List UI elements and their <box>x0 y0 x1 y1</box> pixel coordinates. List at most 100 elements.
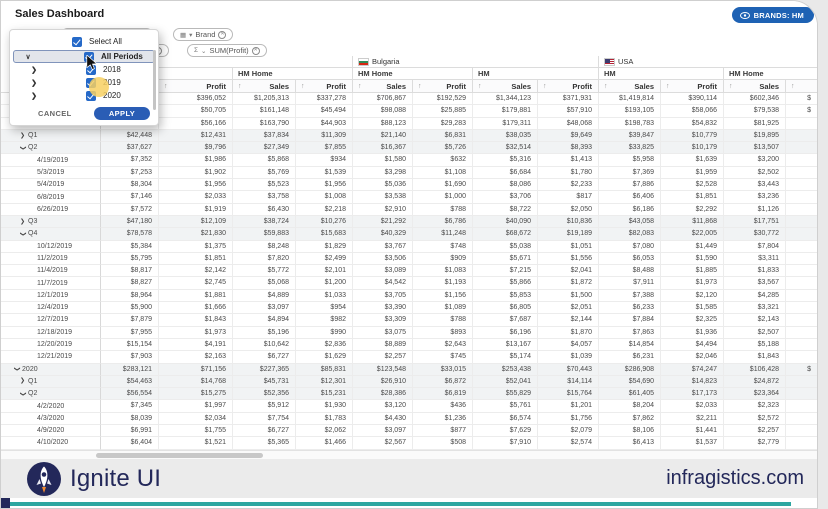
horizontal-scrollbar[interactable] <box>1 450 818 459</box>
row-header-5/4/2019[interactable]: 5/4/2019 <box>1 179 101 191</box>
remove-chip-icon[interactable]: ✕ <box>218 31 226 39</box>
chevron-right-icon[interactable]: ❯ <box>30 92 38 100</box>
row-header-5/3/2019[interactable]: 5/3/2019 <box>1 167 101 179</box>
row-header-4/2/2020[interactable]: 4/2/2020 <box>1 400 101 412</box>
row-header-12/7/2019[interactable]: 12/7/2019 <box>1 314 101 326</box>
value-cell: $8,086 <box>473 179 538 191</box>
row-header-12/20/2019[interactable]: 12/20/2019 <box>1 339 101 351</box>
row-header-Q2[interactable]: ❯Q2 <box>1 388 101 400</box>
value-cell: $4,542 <box>353 277 413 289</box>
value-cell: $5,868 <box>233 154 296 166</box>
row-header-Q2[interactable]: ❯Q2 <box>1 142 101 154</box>
caret-down-icon: ⌄ <box>201 47 206 55</box>
row-header-Q3[interactable]: ❯Q3 <box>1 216 101 228</box>
brand-header-hm[interactable]: HM <box>473 68 599 80</box>
value-cell: $1,885 <box>661 265 724 277</box>
row-header-11/4/2019[interactable]: 11/4/2019 <box>1 265 101 277</box>
row-label: 5/3/2019 <box>37 169 64 176</box>
measure-header-col11[interactable]: ↑ <box>786 80 818 93</box>
value-cell: $16,367 <box>353 142 413 154</box>
measure-header-sales[interactable]: ↑Sales <box>353 80 413 93</box>
dropdown-item-2018[interactable]: ❯2018 <box>10 63 158 76</box>
table-row: 12/4/2019$5,900$1,666$3,097$954$3,390$1,… <box>1 302 818 314</box>
select-all-row[interactable]: Select All <box>10 35 158 48</box>
brand-header-hm-home[interactable]: HM Home <box>233 68 353 80</box>
row-header-4/10/2020[interactable]: 4/10/2020 <box>1 437 101 449</box>
value-cell: $6,786 <box>413 216 473 228</box>
sort-ascending-icon[interactable]: ↑ <box>358 83 362 90</box>
value-cell: $7,345 <box>101 400 159 412</box>
dropdown-scrollbar[interactable] <box>153 50 156 110</box>
country-header-bulgaria[interactable]: Bulgaria <box>353 56 599 68</box>
row-header-4/3/2020[interactable]: 4/3/2020 <box>1 413 101 425</box>
row-header-12/21/2019[interactable]: 12/21/2019 <box>1 351 101 363</box>
row-header-Q4[interactable]: ❯Q4 <box>1 228 101 240</box>
checkbox-checked-icon[interactable] <box>72 37 82 47</box>
brand-chip[interactable]: ▦ ▾ Brand ✕ <box>173 28 233 41</box>
sort-ascending-icon[interactable]: ↑ <box>729 83 733 90</box>
value-cell: $179,311 <box>473 118 538 130</box>
brands-filter-pill[interactable]: BRANDS: HM <box>732 7 814 23</box>
expand-chevron-icon[interactable]: ❯ <box>20 391 26 396</box>
chevron-right-icon[interactable]: ❯ <box>30 66 38 74</box>
value-cell: $5,900 <box>101 302 159 314</box>
row-header-12/1/2019[interactable]: 12/1/2019 <box>1 290 101 302</box>
row-header-10/12/2019[interactable]: 10/12/2019 <box>1 241 101 253</box>
brand-header-hm-home[interactable]: HM Home <box>353 68 473 80</box>
row-header-2020[interactable]: ❯2020 <box>1 364 101 376</box>
sort-ascending-icon[interactable]: ↑ <box>301 83 305 90</box>
value-cell: $1,539 <box>296 167 353 179</box>
chevron-down-icon[interactable]: ∨ <box>24 53 32 61</box>
measure-header-profit[interactable]: ↑Profit <box>296 80 353 93</box>
infragistics-link[interactable]: infragistics.com <box>666 467 804 490</box>
row-header-Q1[interactable]: ❯Q1 <box>1 130 101 142</box>
measure-header-profit[interactable]: ↑Profit <box>159 80 233 93</box>
measure-header-profit[interactable]: ↑Profit <box>661 80 724 93</box>
expand-chevron-icon[interactable]: ❯ <box>14 367 20 372</box>
dropdown-item-all-periods[interactable]: ∨All Periods <box>13 50 155 63</box>
expand-chevron-icon[interactable]: ❯ <box>20 145 26 150</box>
row-header-6/26/2019[interactable]: 6/26/2019 <box>1 204 101 216</box>
dropdown-item-2020[interactable]: ❯2020 <box>10 89 158 102</box>
row-header-6/8/2019[interactable]: 6/8/2019 <box>1 191 101 203</box>
sort-ascending-icon[interactable]: ↑ <box>543 83 547 90</box>
sort-ascending-icon[interactable]: ↑ <box>418 83 422 90</box>
dropdown-item-2019[interactable]: ❯2019 <box>10 76 158 89</box>
measure-header-sales[interactable]: ↑Sales <box>599 80 661 93</box>
sort-ascending-icon[interactable]: ↑ <box>238 83 242 90</box>
measure-header-profit[interactable]: ↑Profit <box>538 80 599 93</box>
sort-ascending-icon[interactable]: ↑ <box>791 83 795 90</box>
scrollbar-thumb[interactable] <box>96 453 263 458</box>
row-header-12/18/2019[interactable]: 12/18/2019 <box>1 327 101 339</box>
row-header-Q1[interactable]: ❯Q1 <box>1 376 101 388</box>
row-header-11/2/2019[interactable]: 11/2/2019 <box>1 253 101 265</box>
cancel-button[interactable]: CANCEL <box>38 109 72 118</box>
row-header-12/4/2019[interactable]: 12/4/2019 <box>1 302 101 314</box>
expand-chevron-icon[interactable]: ❯ <box>20 378 25 384</box>
brand-header-hm[interactable]: HM <box>599 68 724 80</box>
expand-chevron-icon[interactable]: ❯ <box>20 133 25 139</box>
row-header-4/19/2019[interactable]: 4/19/2019 <box>1 154 101 166</box>
row-header-4/9/2020[interactable]: 4/9/2020 <box>1 425 101 437</box>
value-cell: $3,236 <box>724 191 786 203</box>
measure-header-sales[interactable]: ↑Sales <box>473 80 538 93</box>
measure-header-sales[interactable]: ↑Sales <box>233 80 296 93</box>
value-cell: $2,120 <box>661 290 724 302</box>
row-header-11/7/2019[interactable]: 11/7/2019 <box>1 277 101 289</box>
sort-ascending-icon[interactable]: ↑ <box>164 83 168 90</box>
value-cell: $11,248 <box>413 228 473 240</box>
sort-ascending-icon[interactable]: ↑ <box>666 83 670 90</box>
remove-chip-icon[interactable]: ✕ <box>252 47 260 55</box>
brand-header-hm-home[interactable]: HM Home <box>724 68 818 80</box>
apply-button[interactable]: APPLY <box>94 107 150 120</box>
expand-chevron-icon[interactable]: ❯ <box>20 219 25 225</box>
sum-profit-chip[interactable]: Σ ⌄ SUM(Profit) ✕ <box>187 44 267 57</box>
chevron-right-icon[interactable]: ❯ <box>30 79 38 87</box>
country-header-usa[interactable]: USA <box>599 56 818 68</box>
sort-ascending-icon[interactable]: ↑ <box>604 83 608 90</box>
expand-chevron-icon[interactable]: ❯ <box>20 231 26 236</box>
measure-header-sales[interactable]: ↑Sales <box>724 80 786 93</box>
value-cell: $6,574 <box>473 413 538 425</box>
sort-ascending-icon[interactable]: ↑ <box>478 83 482 90</box>
measure-header-profit[interactable]: ↑Profit <box>413 80 473 93</box>
